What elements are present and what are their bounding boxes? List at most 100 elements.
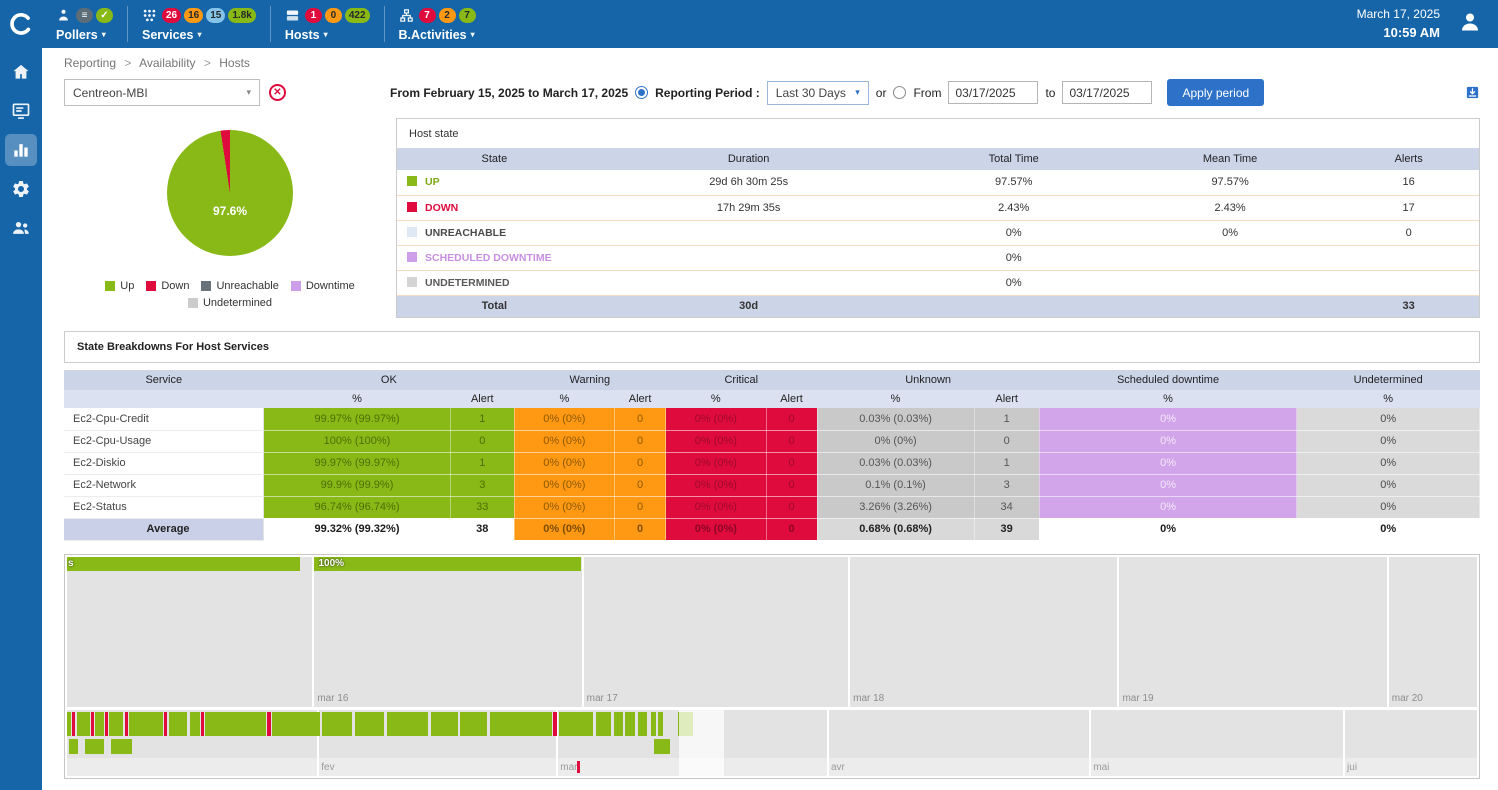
period-range-text: From February 15, 2025 to March 17, 2025 xyxy=(390,86,628,100)
pollers-label-text: Pollers xyxy=(56,28,98,42)
breadcrumb-separator: > xyxy=(204,56,211,70)
poller-icon xyxy=(56,8,71,23)
breadcrumb-reporting[interactable]: Reporting xyxy=(64,56,116,70)
average-undetermined_pct-cell: 0% xyxy=(1297,518,1480,540)
sub-header: % xyxy=(264,390,451,408)
nav-pollers[interactable]: ≡✓Pollers▾ xyxy=(42,7,127,42)
total-time-cell: 0% xyxy=(906,220,1122,245)
poller-ok-badge[interactable]: ✓ xyxy=(96,8,113,23)
to-label: to xyxy=(1045,86,1055,100)
scheduled_pct-cell: 0% xyxy=(1039,408,1297,430)
reporting-period-radio[interactable] xyxy=(635,86,648,99)
current-date-marker xyxy=(577,761,580,773)
nav-services[interactable]: 2616151.8k Services ▾ xyxy=(128,7,270,42)
up-bar xyxy=(490,712,552,736)
sidebar-item-home[interactable] xyxy=(5,56,37,88)
group-header: Scheduled downtime xyxy=(1039,370,1297,390)
host-state-row: UP29d 6h 30m 25s97.57%97.57%16 xyxy=(397,170,1479,195)
nav-hosts[interactable]: 10422Hosts▾ xyxy=(271,7,384,42)
down-bar xyxy=(91,712,94,736)
state-swatch xyxy=(407,252,417,262)
unknown_alert-cell: 34 xyxy=(974,496,1039,518)
user-menu-button[interactable] xyxy=(1458,10,1482,39)
filter-bar: Centreon-MBI ▾ ✕ From February 15, 2025 … xyxy=(64,79,1480,106)
column-header: Alerts xyxy=(1338,148,1479,170)
services-ok-badge[interactable]: 1.8k xyxy=(228,8,255,23)
timeline-selection-handle[interactable] xyxy=(679,710,724,776)
critical_pct-cell: 0% (0%) xyxy=(666,408,767,430)
hosts-down-badge[interactable]: 1 xyxy=(305,8,322,23)
ok_alert-cell: 0 xyxy=(450,430,514,452)
breadcrumb-availability[interactable]: Availability xyxy=(139,56,195,70)
hosts-up-badge[interactable]: 422 xyxy=(345,8,370,23)
period-select-value: Last 30 Days xyxy=(776,86,846,100)
sidebar-item-administration[interactable] xyxy=(5,212,37,244)
timeline-overview-chart[interactable]: fevmaravrmaijui xyxy=(67,710,1477,776)
apply-period-button[interactable]: Apply period xyxy=(1167,79,1264,106)
host-state-table: StateDurationTotal TimeMean TimeAlertsUP… xyxy=(397,148,1479,317)
services-warning-badge[interactable]: 16 xyxy=(184,8,203,23)
sidebar-item-monitoring[interactable] xyxy=(5,95,37,127)
critical_pct-cell: 0% (0%) xyxy=(666,474,767,496)
down-bar xyxy=(125,712,128,736)
up-bar xyxy=(272,712,320,736)
host-state-total-row: Total30d33 xyxy=(397,295,1479,317)
warning_alert-cell: 0 xyxy=(615,496,666,518)
host-state-row: UNREACHABLE0%0%0 xyxy=(397,220,1479,245)
service-row: Ec2-Cpu-Credit99.97% (99.97%)10% (0%)00%… xyxy=(64,408,1480,430)
sidebar-item-reporting[interactable] xyxy=(5,134,37,166)
availability-pie-chart: 97.6% xyxy=(167,130,293,256)
undetermined_pct-cell: 0% xyxy=(1297,452,1480,474)
services-critical-badge[interactable]: 26 xyxy=(162,8,181,23)
breakdown-group-header-row: ServiceOKWarningCriticalUnknownScheduled… xyxy=(64,370,1480,390)
up-bar-secondary xyxy=(654,739,671,754)
from-date-input[interactable] xyxy=(948,81,1038,104)
sub-header: Alert xyxy=(615,390,666,408)
host-selector[interactable]: Centreon-MBI ▾ xyxy=(64,79,260,106)
unknown_pct-cell: 3.26% (3.26%) xyxy=(817,496,974,518)
services-label-text: Services xyxy=(142,28,193,42)
critical_pct-cell: 0% (0%) xyxy=(666,430,767,452)
up-bar xyxy=(77,712,90,736)
up-bar xyxy=(322,712,352,736)
breadcrumb-hosts: Hosts xyxy=(219,56,250,70)
poller-config-badge[interactable]: ≡ xyxy=(76,8,93,23)
group-header: Warning xyxy=(514,370,665,390)
hosts-unreachable-badge[interactable]: 0 xyxy=(325,8,342,23)
export-icon xyxy=(1465,85,1480,100)
column-header: Duration xyxy=(592,148,906,170)
ok_pct-cell: 96.74% (96.74%) xyxy=(264,496,451,518)
export-report-button[interactable] xyxy=(1465,85,1480,100)
ba-ok-badge[interactable]: 7 xyxy=(459,8,476,23)
chevron-down-icon: ▾ xyxy=(197,30,201,39)
total-time-cell: 0% xyxy=(906,245,1122,270)
service-row: Ec2-Status96.74% (96.74%)330% (0%)00% (0… xyxy=(64,496,1480,518)
header-datetime: March 17, 2025 10:59 AM xyxy=(1357,5,1440,43)
duration-cell: 29d 6h 30m 25s xyxy=(592,170,906,195)
timeline-gridline xyxy=(1117,557,1119,707)
ba-warning-badge[interactable]: 2 xyxy=(439,8,456,23)
ok_pct-cell: 99.97% (99.97%) xyxy=(264,452,451,474)
unknown_pct-cell: 0.03% (0.03%) xyxy=(817,408,974,430)
critical_alert-cell: 0 xyxy=(766,430,817,452)
centreon-logo[interactable] xyxy=(0,0,42,48)
up-bar xyxy=(625,712,635,736)
custom-period-radio[interactable] xyxy=(893,86,906,99)
unknown_alert-cell: 0 xyxy=(974,430,1039,452)
period-select[interactable]: Last 30 Days ▾ xyxy=(767,81,869,105)
legend-item-unreachable: Unreachable xyxy=(201,280,278,292)
warning_alert-cell: 0 xyxy=(615,408,666,430)
to-date-input[interactable] xyxy=(1062,81,1152,104)
services-pending-badge[interactable]: 15 xyxy=(206,8,225,23)
host-state-row: SCHEDULED DOWNTIME0% xyxy=(397,245,1479,270)
sidebar-item-configuration[interactable] xyxy=(5,173,37,205)
timeline-panel: mar 16mar 17mar 18mar 19mar 20100%s fevm… xyxy=(64,554,1480,779)
ok_alert-cell: 1 xyxy=(450,408,514,430)
state-cell: UNDETERMINED xyxy=(397,270,592,295)
clear-host-button[interactable]: ✕ xyxy=(269,84,286,101)
nav-bactivities[interactable]: 727B.Activities▾ xyxy=(385,7,490,42)
up-bar xyxy=(387,712,428,736)
average-warning_alert-cell: 0 xyxy=(615,518,666,540)
state-label: UNDETERMINED xyxy=(425,277,510,289)
ba-critical-badge[interactable]: 7 xyxy=(419,8,436,23)
